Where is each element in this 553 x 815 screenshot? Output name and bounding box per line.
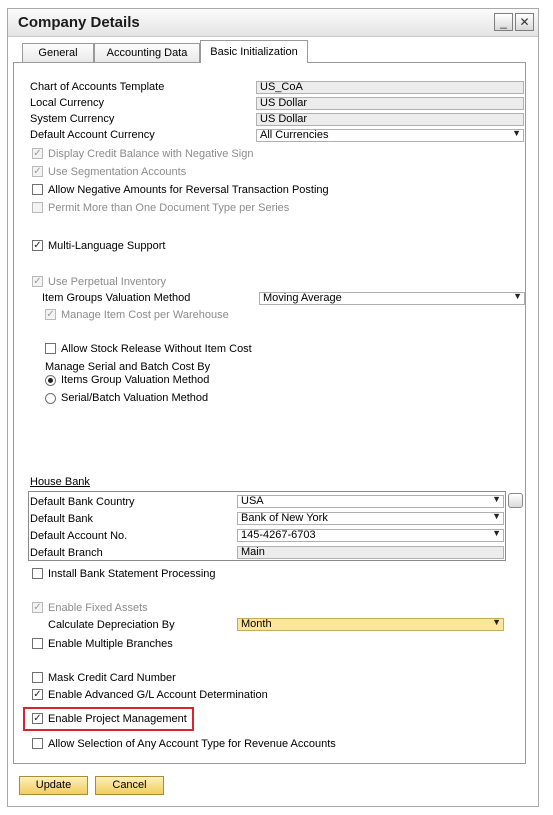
mask-credit-card-label: Mask Credit Card Number [48, 672, 176, 684]
chart-of-accounts-label: Chart of Accounts Template [30, 81, 165, 93]
bank-country-select[interactable]: USA ▼ [237, 495, 504, 508]
permit-more-checkbox[interactable] [32, 202, 43, 213]
allow-selection-checkbox[interactable] [32, 738, 43, 749]
chevron-down-icon: ▼ [492, 495, 501, 504]
tab-general-label: General [38, 47, 78, 59]
local-currency-value: US Dollar [260, 97, 308, 109]
title-bar[interactable]: Company Details _ ✕ [8, 9, 538, 37]
cancel-button[interactable]: Cancel [95, 776, 164, 795]
default-account-no-label: Default Account No. [30, 530, 128, 542]
default-account-no-value: 145-4267-6703 [241, 529, 316, 541]
minimize-button[interactable]: _ [494, 13, 513, 31]
local-currency-field: US Dollar [256, 97, 524, 110]
close-button[interactable]: ✕ [515, 13, 534, 31]
use-segmentation-checkbox[interactable]: ✓ [32, 166, 43, 177]
default-branch-field: Main [237, 546, 504, 559]
display-credit-checkbox[interactable]: ✓ [32, 148, 43, 159]
chart-of-accounts-value: US_CoA [260, 81, 303, 93]
chevron-down-icon: ▼ [492, 529, 501, 538]
permit-more-label: Permit More than One Document Type per S… [48, 202, 290, 214]
multiple-branches-checkbox[interactable] [32, 638, 43, 649]
default-bank-value: Bank of New York [241, 512, 328, 524]
radio-serial-batch-valuation[interactable] [45, 393, 56, 404]
use-perpetual-inventory-label: Use Perpetual Inventory [48, 276, 167, 288]
install-bank-statement-checkbox[interactable] [32, 568, 43, 579]
chevron-down-icon: ▼ [513, 292, 522, 301]
allow-stock-release-checkbox[interactable] [45, 343, 56, 354]
mask-credit-card-checkbox[interactable] [32, 672, 43, 683]
radio-serial-batch-label: Serial/Batch Valuation Method [61, 392, 209, 404]
project-management-checkbox[interactable]: ✓ [32, 713, 43, 724]
depreciation-select[interactable]: Month ▼ [237, 618, 504, 631]
chevron-down-icon: ▼ [512, 129, 521, 138]
use-perpetual-inventory-checkbox[interactable]: ✓ [32, 276, 43, 287]
tab-accounting-data-label: Accounting Data [106, 47, 188, 59]
allow-negative-checkbox[interactable] [32, 184, 43, 195]
depreciation-value: Month [241, 618, 272, 630]
default-account-currency-label: Default Account Currency [30, 129, 155, 141]
advanced-gl-checkbox[interactable]: ✓ [32, 689, 43, 700]
tab-accounting-data[interactable]: Accounting Data [94, 43, 200, 62]
chevron-down-icon: ▼ [492, 618, 501, 627]
tab-basic-initialization-label: Basic Initialization [210, 46, 298, 58]
default-account-no-select[interactable]: 145-4267-6703 ▼ [237, 529, 504, 542]
multi-language-label: Multi-Language Support [48, 240, 166, 252]
valuation-method-label: Item Groups Valuation Method [42, 292, 191, 304]
default-branch-value: Main [241, 546, 265, 558]
bank-country-label: Default Bank Country [30, 496, 135, 508]
radio-items-group-label: Items Group Valuation Method [61, 374, 210, 386]
radio-items-group-valuation[interactable] [45, 375, 56, 386]
bank-country-value: USA [241, 495, 264, 507]
manage-item-cost-label: Manage Item Cost per Warehouse [61, 309, 229, 321]
enable-fixed-assets-checkbox[interactable]: ✓ [32, 602, 43, 613]
multiple-branches-label: Enable Multiple Branches [48, 638, 173, 650]
valuation-method-select[interactable]: Moving Average ▼ [259, 292, 525, 305]
install-bank-statement-label: Install Bank Statement Processing [48, 568, 216, 580]
enable-fixed-assets-label: Enable Fixed Assets [48, 602, 148, 614]
update-button[interactable]: Update [19, 776, 88, 795]
default-branch-label: Default Branch [30, 547, 103, 559]
project-management-label: Enable Project Management [48, 713, 187, 725]
depreciation-label: Calculate Depreciation By [48, 619, 175, 631]
system-currency-field: US Dollar [256, 113, 524, 126]
use-segmentation-label: Use Segmentation Accounts [48, 166, 187, 178]
chart-of-accounts-field: US_CoA [256, 81, 524, 94]
allow-negative-label: Allow Negative Amounts for Reversal Tran… [48, 184, 329, 196]
default-bank-select[interactable]: Bank of New York ▼ [237, 512, 504, 525]
default-account-currency-select[interactable]: All Currencies ▼ [256, 129, 524, 142]
valuation-method-value: Moving Average [263, 292, 342, 304]
serial-batch-cost-label: Manage Serial and Batch Cost By [45, 361, 211, 373]
manage-item-cost-checkbox[interactable]: ✓ [45, 309, 56, 320]
window-title: Company Details [18, 14, 140, 31]
default-account-currency-value: All Currencies [260, 129, 329, 141]
allow-selection-label: Allow Selection of Any Account Type for … [48, 738, 336, 750]
tab-general[interactable]: General [22, 43, 94, 62]
chevron-down-icon: ▼ [492, 512, 501, 521]
house-bank-heading: House Bank [30, 476, 90, 488]
allow-stock-release-label: Allow Stock Release Without Item Cost [61, 343, 252, 355]
tab-basic-initialization[interactable]: Basic Initialization [200, 40, 308, 63]
system-currency-label: System Currency [30, 113, 115, 125]
default-bank-label: Default Bank [30, 513, 93, 525]
advanced-gl-label: Enable Advanced G/L Account Determinatio… [48, 689, 268, 701]
display-credit-label: Display Credit Balance with Negative Sig… [48, 148, 254, 160]
link-icon[interactable] [508, 493, 523, 508]
system-currency-value: US Dollar [260, 113, 308, 125]
local-currency-label: Local Currency [30, 97, 104, 109]
multi-language-checkbox[interactable]: ✓ [32, 240, 43, 251]
